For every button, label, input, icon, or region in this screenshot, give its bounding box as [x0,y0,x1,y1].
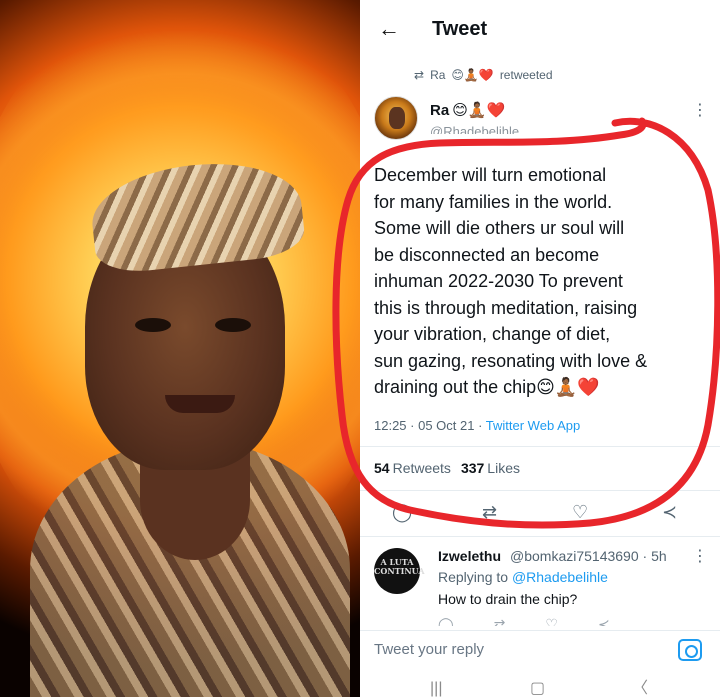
more-options-icon[interactable]: ⋮ [692,546,708,566]
retweeted-by[interactable]: ⇄ Ra 😊🧘🏾❤️ retweeted [414,68,553,82]
recent-apps-icon[interactable]: ||| [430,681,442,697]
page-title: Tweet [432,18,488,40]
replying-to: Replying to @Rhadebelihle [438,569,608,585]
tweet-text: December will turn emotional for many fa… [374,165,648,397]
retweets-stat[interactable]: 54 Retweets [374,460,451,476]
back-nav-icon[interactable]: 〈 [632,681,648,697]
replying-to-handle[interactable]: @Rhadebelihle [512,569,608,585]
camera-icon[interactable] [678,639,702,661]
retweet-icon: ⇄ [414,68,425,82]
divider [360,536,720,537]
reply-actions: ◯⇄♡≺ [438,616,650,626]
retweeter-name: Ra [430,68,446,82]
author-handle[interactable]: @Rhadebelihle [430,124,519,134]
comment-icon[interactable]: ◯ [392,502,412,523]
author-name[interactable]: Ra 😊🧘🏾❤️ [430,101,506,120]
author-display-name: Ra [430,101,450,119]
tweet-screen: ← Tweet ⇄ Ra 😊🧘🏾❤️ retweeted Ra 😊🧘🏾❤️ @R… [360,0,720,697]
retweeter-emojis: 😊🧘🏾❤️ [451,68,494,82]
likes-count: 337 [460,460,485,476]
retweets-label: Retweets [392,460,451,476]
author-emojis: 😊🧘🏾❤️ [452,102,506,119]
retweet-icon[interactable]: ⇄ [482,502,497,523]
retweets-count: 54 [374,460,390,476]
tweet-stats: 54 Retweets 337 Likes [374,460,520,476]
divider [360,490,720,491]
artwork-image [0,0,360,697]
tweet-timestamp: 12:25 · 05 Oct 21 · [374,418,486,433]
system-nav-bar: ||| ▢ 〈 [360,674,720,697]
reply-text: How to drain the chip? [438,591,578,607]
reply-author-name[interactable]: Izwelethu [438,548,501,564]
right-eye [215,318,251,332]
left-eye [135,318,171,332]
reply-avatar[interactable]: A LUTA CONTINUA [374,548,425,594]
divider [360,446,720,447]
reply-input[interactable] [374,641,654,658]
more-options-icon[interactable]: ⋮ [692,100,708,120]
arrow-left-icon[interactable]: ← [378,18,400,40]
likes-stat[interactable]: 337 Likes [461,460,520,476]
reply-tweet[interactable]: A LUTA CONTINUA Izwelethu @bomkazi751436… [360,540,720,630]
home-icon[interactable]: ▢ [530,681,545,697]
replying-prefix: Replying to [438,569,512,585]
heart-icon[interactable]: ♡ [572,502,588,523]
author-avatar[interactable] [374,96,418,140]
top-bar: ← Tweet [360,0,720,58]
tweet-source[interactable]: Twitter Web App [486,418,580,433]
reply-composer [360,630,720,670]
likes-label: Likes [487,460,520,476]
share-icon[interactable]: ≺ [662,502,677,523]
tweet-meta: 12:25 · 05 Oct 21 · Twitter Web App [374,418,580,433]
retweeted-label: retweeted [499,68,553,82]
mouth [165,395,235,413]
avatar-figure [389,107,405,129]
reply-author-handle: @bomkazi75143690 · 5h [510,548,667,564]
tweet-actions: ◯ ⇄ ♡ ≺ [360,498,720,532]
